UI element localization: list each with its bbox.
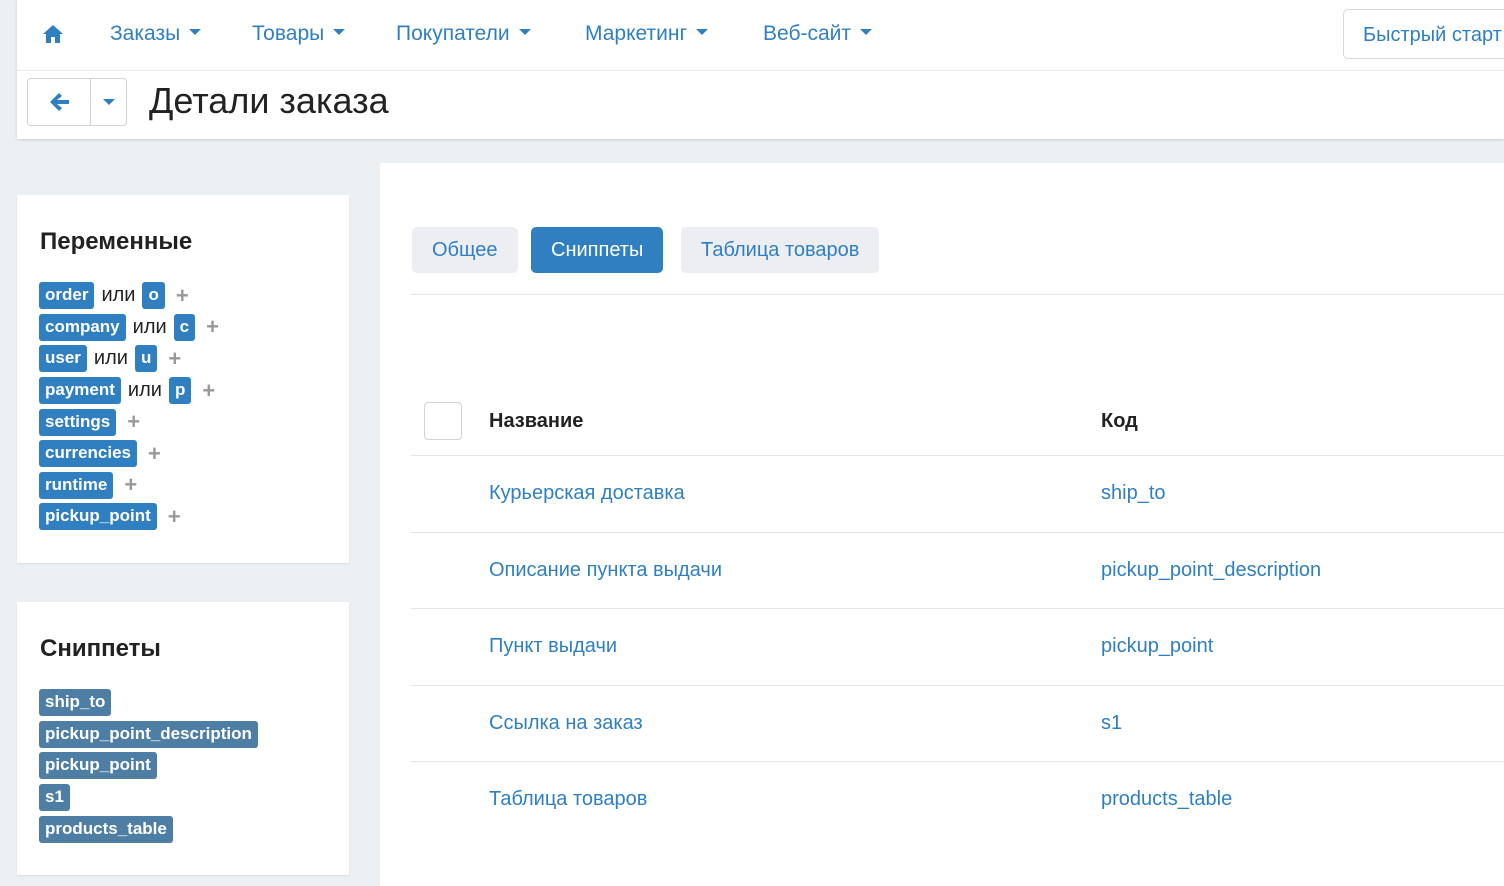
nav-products-label: Товары — [252, 22, 325, 45]
variable-tag-pickup-point[interactable]: pickup_point — [39, 503, 157, 531]
plus-icon[interactable]: + — [202, 378, 215, 404]
main-nav: Заказы Товары Покупатели Маркетинг Веб-с… — [17, 0, 1504, 71]
snippet-code-link[interactable]: pickup_point_description — [1101, 559, 1321, 582]
snippets-list: ship_to pickup_point_description pickup_… — [39, 687, 258, 845]
variables-panel: Переменные order или o + company или c +… — [17, 195, 349, 563]
plus-icon[interactable]: + — [206, 314, 219, 340]
snippets-panel-title: Сниппеты — [40, 635, 161, 662]
snippet-row: ship_to — [39, 687, 258, 719]
caret-down-icon — [696, 29, 709, 36]
variable-alias-o[interactable]: o — [142, 282, 165, 310]
or-text: или — [127, 379, 162, 402]
nav-orders[interactable]: Заказы — [110, 22, 202, 46]
plus-icon[interactable]: + — [148, 441, 161, 467]
back-button[interactable] — [28, 79, 90, 125]
table-row: Пункт выдачи pickup_point — [411, 609, 1504, 686]
snippet-tag[interactable]: pickup_point — [39, 752, 157, 780]
variable-row: pickup_point + — [39, 501, 219, 533]
tab-general[interactable]: Общее — [412, 227, 518, 273]
nav-customers[interactable]: Покупатели — [396, 22, 531, 46]
page-title: Детали заказа — [149, 80, 389, 121]
plus-icon[interactable]: + — [168, 504, 181, 530]
or-text: или — [132, 315, 167, 338]
variable-tag-currencies[interactable]: currencies — [39, 440, 137, 468]
snippet-name-link[interactable]: Таблица товаров — [489, 788, 647, 811]
caret-down-icon — [189, 29, 202, 36]
caret-down-icon — [103, 99, 115, 105]
caret-down-icon — [860, 29, 872, 36]
variable-row: user или u + — [39, 343, 219, 375]
plus-icon[interactable]: + — [168, 346, 181, 372]
snippet-row: pickup_point — [39, 750, 258, 782]
variable-tag-settings[interactable]: settings — [39, 408, 117, 436]
snippet-tag[interactable]: products_table — [39, 815, 173, 843]
variable-row: payment или p + — [39, 375, 219, 407]
column-header-name: Название — [489, 410, 584, 432]
variable-row: runtime + — [39, 470, 219, 502]
column-header-code: Код — [1101, 410, 1138, 432]
variable-row: order или o + — [39, 280, 219, 312]
back-dropdown-toggle[interactable] — [90, 79, 127, 125]
table-row: Ссылка на заказ s1 — [411, 686, 1504, 763]
quick-start-button[interactable]: Быстрый старт — [1343, 9, 1504, 59]
arrow-left-icon — [50, 93, 69, 111]
table-row: Описание пункта выдачи pickup_point_desc… — [411, 533, 1504, 610]
back-button-group — [27, 78, 127, 126]
table-row: Таблица товаров products_table — [411, 762, 1504, 838]
or-text: или — [101, 284, 136, 307]
nav-website-label: Веб-сайт — [763, 22, 851, 45]
variable-tag-payment[interactable]: payment — [39, 377, 121, 405]
tab-snippets[interactable]: Сниппеты — [531, 227, 664, 273]
variable-alias-p[interactable]: p — [168, 377, 192, 405]
variable-row: company или c + — [39, 312, 219, 344]
snippet-code-link[interactable]: ship_to — [1101, 482, 1166, 505]
snippet-name-link[interactable]: Ссылка на заказ — [489, 712, 643, 735]
snippet-tag[interactable]: ship_to — [39, 689, 112, 717]
variable-tag-order[interactable]: order — [39, 282, 95, 310]
tabs-divider — [411, 294, 1504, 295]
snippet-row: pickup_point_description — [39, 719, 258, 751]
tab-products-table[interactable]: Таблица товаров — [681, 227, 880, 273]
plus-icon[interactable]: + — [124, 472, 137, 498]
home-icon[interactable] — [42, 24, 64, 44]
variables-list: order или o + company или c + user или u… — [39, 280, 219, 533]
snippet-code-link[interactable]: products_table — [1101, 788, 1232, 811]
snippet-name-link[interactable]: Курьерская доставка — [489, 482, 685, 505]
plus-icon[interactable]: + — [127, 409, 140, 435]
main-content: Общее Сниппеты Таблица товаров Название … — [380, 163, 1504, 886]
caret-down-icon — [333, 29, 346, 36]
variable-alias-c[interactable]: c — [173, 313, 196, 341]
nav-orders-label: Заказы — [110, 22, 181, 45]
variable-alias-u[interactable]: u — [134, 345, 158, 373]
variable-tag-company[interactable]: company — [39, 313, 126, 341]
snippet-name-link[interactable]: Описание пункта выдачи — [489, 559, 722, 582]
or-text: или — [93, 347, 128, 370]
variables-panel-title: Переменные — [40, 228, 193, 255]
table-header: Название Код — [411, 383, 1504, 456]
nav-products[interactable]: Товары — [252, 22, 346, 46]
snippet-name-link[interactable]: Пункт выдачи — [489, 635, 617, 658]
snippet-row: s1 — [39, 782, 258, 814]
snippet-tag[interactable]: s1 — [39, 784, 70, 812]
variable-tag-user[interactable]: user — [39, 345, 87, 373]
snippet-tag[interactable]: pickup_point_description — [39, 720, 258, 748]
snippet-code-link[interactable]: s1 — [1101, 712, 1122, 735]
nav-marketing-label: Маркетинг — [585, 22, 688, 45]
nav-customers-label: Покупатели — [396, 22, 510, 45]
variable-row: currencies + — [39, 438, 219, 470]
snippets-table: Название Код Курьерская доставка ship_to… — [411, 383, 1504, 838]
nav-website[interactable]: Веб-сайт — [763, 22, 872, 46]
variable-tag-runtime[interactable]: runtime — [39, 471, 114, 499]
variable-row: settings + — [39, 406, 219, 438]
top-header: Заказы Товары Покупатели Маркетинг Веб-с… — [17, 0, 1504, 139]
plus-icon[interactable]: + — [176, 283, 189, 309]
caret-down-icon — [518, 29, 531, 36]
select-all-checkbox[interactable] — [424, 402, 462, 440]
snippet-code-link[interactable]: pickup_point — [1101, 635, 1213, 658]
snippets-panel: Сниппеты ship_to pickup_point_descriptio… — [17, 602, 349, 875]
snippet-row: products_table — [39, 813, 258, 845]
nav-marketing[interactable]: Маркетинг — [585, 22, 709, 46]
table-row: Курьерская доставка ship_to — [411, 456, 1504, 533]
